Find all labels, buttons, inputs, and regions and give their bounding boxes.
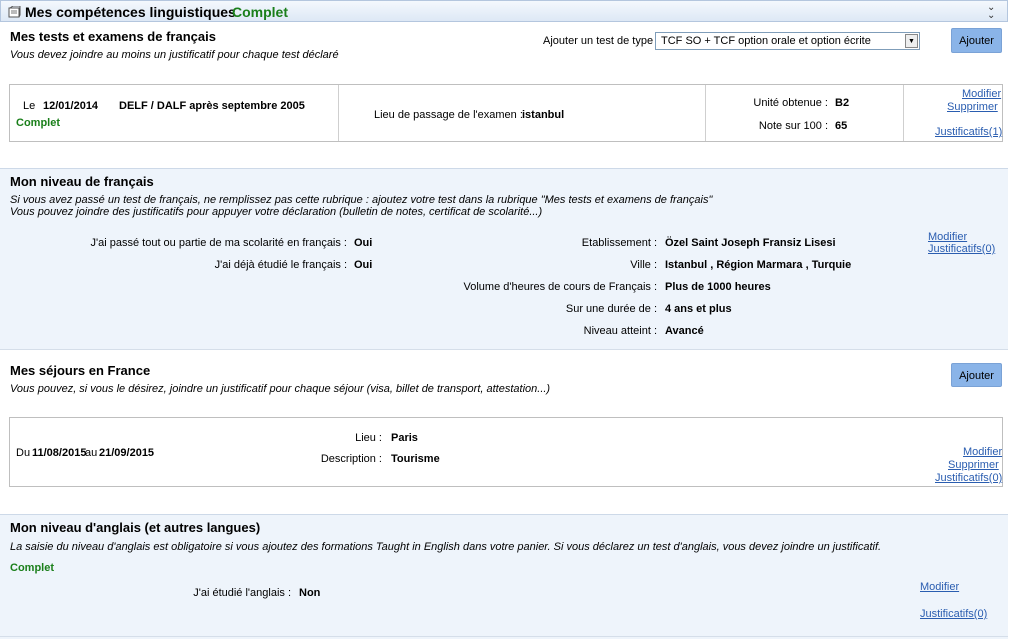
school-value: Özel Saint Joseph Fransiz Lisesi bbox=[665, 237, 836, 249]
level-value: Avancé bbox=[665, 325, 704, 337]
french-level-title: Mon niveau de français bbox=[10, 174, 154, 189]
french-proofs-link[interactable]: Justificatifs(0) bbox=[928, 243, 995, 255]
schooling-value: Oui bbox=[354, 237, 373, 249]
dropdown-arrow-icon[interactable]: ▼ bbox=[905, 34, 918, 48]
divider bbox=[903, 85, 904, 141]
stay-from: Du bbox=[16, 447, 31, 459]
french-level-line1: Si vous avez passé un test de français, … bbox=[10, 194, 713, 206]
tests-subtitle: Vous devez joindre au moins un justifica… bbox=[10, 49, 339, 61]
hours-label: Volume d'heures de cours de Français : bbox=[463, 281, 657, 293]
stay-desc-label: Description : bbox=[320, 453, 382, 465]
test-date-prefix: Le bbox=[23, 100, 36, 112]
stay-proofs-link[interactable]: Justificatifs(0) bbox=[935, 472, 1002, 484]
school-label: Etablissement : bbox=[581, 237, 657, 249]
stay-to: au bbox=[85, 447, 98, 459]
test-place-value: istanbul bbox=[522, 109, 565, 121]
stay-end-date: 21/09/2015 bbox=[99, 447, 155, 459]
city-label: Ville : bbox=[630, 259, 657, 271]
divider bbox=[0, 636, 1008, 637]
test-status: Complet bbox=[16, 117, 60, 129]
test-proofs-link[interactable]: Justificatifs(1) bbox=[935, 126, 1002, 138]
english-subtitle: La saisie du niveau d'anglais est obliga… bbox=[10, 541, 882, 553]
level-label: Niveau atteint : bbox=[583, 325, 657, 337]
test-type-label: Ajouter un test de type : bbox=[543, 35, 660, 47]
stay-entry: Du 11/08/2015 au 21/09/2015 Lieu : Paris… bbox=[9, 417, 1003, 487]
section-header: Mes compétences linguistiques Complet ⌄ ⌄ bbox=[0, 0, 1008, 22]
test-unit-value: B2 bbox=[835, 97, 850, 109]
header-status: Complet bbox=[232, 4, 288, 20]
english-proofs-link[interactable]: Justificatifs(0) bbox=[920, 608, 987, 620]
english-title: Mon niveau d'anglais (et autres langues) bbox=[10, 520, 261, 535]
test-modify-link[interactable]: Modifier bbox=[962, 88, 1001, 100]
test-type-value: TCF SO + TCF option orale et option écri… bbox=[661, 35, 871, 47]
stays-title: Mes séjours en France bbox=[10, 363, 151, 378]
studied-french-value: Oui bbox=[354, 259, 373, 271]
english-modify-link[interactable]: Modifier bbox=[920, 581, 959, 593]
stay-place-value: Paris bbox=[391, 432, 418, 444]
divider bbox=[705, 85, 706, 141]
test-entry: Le 12/01/2014 DELF / DALF après septembr… bbox=[9, 84, 1003, 142]
stay-place-label: Lieu : bbox=[355, 432, 382, 444]
double-chevron-down-icon[interactable]: ⌄ ⌄ bbox=[987, 3, 995, 21]
stay-modify-link[interactable]: Modifier bbox=[963, 446, 1002, 458]
duration-value: 4 ans et plus bbox=[665, 303, 732, 315]
studied-french-label: J'ai déjà étudié le français : bbox=[214, 259, 347, 271]
city-value: Istanbul , Région Marmara , Turquie bbox=[665, 259, 852, 271]
tests-title: Mes tests et examens de français bbox=[10, 29, 216, 44]
test-place-label: Lieu de passage de l'examen : bbox=[374, 109, 523, 121]
studied-english-value: Non bbox=[299, 587, 321, 599]
hours-value: Plus de 1000 heures bbox=[665, 281, 771, 293]
add-test-button[interactable]: Ajouter bbox=[951, 28, 1002, 53]
test-delete-link[interactable]: Supprimer bbox=[947, 101, 998, 113]
test-type-select[interactable]: TCF SO + TCF option orale et option écri… bbox=[655, 32, 920, 50]
divider bbox=[338, 85, 339, 141]
english-status: Complet bbox=[10, 562, 54, 574]
duration-label: Sur une durée de : bbox=[565, 303, 657, 315]
stay-desc-value: Tourisme bbox=[391, 453, 440, 465]
stays-subtitle: Vous pouvez, si vous le désirez, joindre… bbox=[10, 383, 551, 395]
test-score-value: 65 bbox=[835, 120, 848, 132]
test-name: DELF / DALF après septembre 2005 bbox=[119, 100, 305, 112]
schooling-label: J'ai passé tout ou partie de ma scolarit… bbox=[90, 237, 347, 249]
book-icon bbox=[8, 6, 21, 18]
header-title: Mes compétences linguistiques bbox=[25, 4, 236, 20]
stay-start-date: 11/08/2015 bbox=[32, 447, 87, 459]
test-date: 12/01/2014 bbox=[43, 100, 99, 112]
test-unit-label: Unité obtenue : bbox=[753, 97, 828, 109]
test-score-label: Note sur 100 : bbox=[758, 120, 828, 132]
studied-english-label: J'ai étudié l'anglais : bbox=[193, 587, 291, 599]
french-level-line2: Vous pouvez joindre des justificatifs po… bbox=[10, 206, 543, 218]
french-modify-link[interactable]: Modifier bbox=[928, 231, 967, 243]
stay-delete-link[interactable]: Supprimer bbox=[948, 459, 999, 471]
divider bbox=[0, 349, 1008, 350]
add-stay-button[interactable]: Ajouter bbox=[951, 363, 1002, 387]
